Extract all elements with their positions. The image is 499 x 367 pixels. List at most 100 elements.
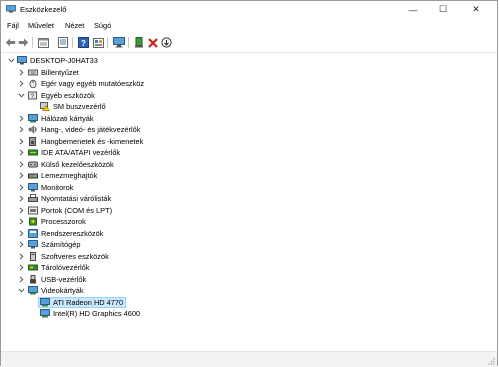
toolbar: ? — [1, 34, 497, 51]
help-icon[interactable]: ? — [77, 36, 90, 49]
other-devices-icon: ? — [28, 91, 37, 100]
chevron-right-icon[interactable] — [18, 276, 25, 283]
tree-item-label: Nyomtatási várólisták — [41, 194, 112, 203]
chevron-right-icon[interactable] — [18, 80, 25, 87]
keyboard-icon — [28, 69, 38, 75]
menu-view[interactable]: Nézet — [65, 21, 84, 30]
window-title: Eszközkezelő — [20, 5, 67, 14]
chevron-right-icon[interactable] — [18, 253, 25, 260]
tree-item-label: Egyéb eszközök — [41, 90, 95, 100]
warning-device-icon — [40, 102, 50, 111]
tree-item-label: Hangbemenetek és -kimenetek — [41, 136, 144, 146]
monitor-icon — [28, 182, 38, 191]
uninstall-icon[interactable] — [146, 36, 159, 49]
chevron-down-icon[interactable] — [18, 92, 25, 99]
tree-item-label: Külső kezelőeszközök — [41, 159, 114, 169]
tree-item-label: SM buszvezérlő — [53, 102, 106, 111]
menu-file[interactable]: Fájl — [7, 21, 19, 30]
chevron-down-icon[interactable] — [18, 287, 25, 294]
chevron-right-icon[interactable] — [18, 172, 25, 179]
tree-item-usb[interactable]: USB-vezérlők — [1, 274, 497, 286]
tree-root[interactable]: DESKTOP-J0HAT33 — [1, 55, 497, 67]
tree-item-label: Hang-, videó- és játékvezérlők — [41, 125, 141, 134]
chevron-right-icon[interactable] — [18, 195, 25, 202]
tree-item-intel-hd[interactable]: Intel(R) HD Graphics 4600 — [1, 308, 497, 320]
tree-item-storage[interactable]: Tárolóvezérlők — [1, 262, 497, 274]
disk-icon — [28, 173, 38, 179]
tree-item-label: ATI Radeon HD 4770 — [53, 297, 124, 307]
tree-item-network[interactable]: Hálózati kártyák — [1, 113, 497, 125]
svg-text:?: ? — [31, 93, 35, 100]
display-adapter-icon — [40, 297, 50, 306]
device-view-icon[interactable] — [37, 36, 50, 49]
tree-item-system[interactable]: Rendszereszközök — [1, 228, 497, 240]
forward-arrow-icon[interactable] — [17, 36, 30, 49]
tree-item-monitors[interactable]: Monitorok — [1, 182, 497, 194]
tree-item-label: Szoftveres eszközök — [41, 251, 109, 261]
tree-item-ati-radeon[interactable]: ATI Radeon HD 4770 — [1, 296, 497, 308]
tree-item-label: Processzorok — [41, 217, 86, 226]
chevron-right-icon[interactable] — [18, 149, 25, 156]
add-driver-icon[interactable] — [132, 36, 145, 49]
display-adapter-icon — [28, 286, 38, 295]
tree-item-software-devices[interactable]: Szoftveres eszközök — [1, 251, 497, 263]
chevron-right-icon[interactable] — [18, 230, 25, 237]
menu-action[interactable]: Művelet — [28, 21, 54, 30]
system-icon — [28, 228, 38, 238]
monitor-scan-icon[interactable] — [112, 36, 125, 49]
back-arrow-icon[interactable] — [4, 36, 17, 49]
tree-item-display-adapters[interactable]: Videokártyák — [1, 285, 497, 297]
tree-item-disk[interactable]: Lemezmeghajtók — [1, 170, 497, 182]
properties-icon[interactable] — [56, 36, 69, 49]
tree-item-label: Intel(R) HD Graphics 4600 — [53, 309, 141, 318]
chevron-down-icon[interactable] — [8, 57, 15, 64]
chevron-right-icon[interactable] — [18, 138, 25, 145]
device-tree: DESKTOP-J0HAT33 Billentyűzet Egér vagy e… — [1, 54, 497, 350]
tree-item-label: Tárolóvezérlők — [41, 263, 90, 272]
tree-item-label: Monitorok — [41, 182, 74, 192]
title-bar[interactable]: Eszközkezelő — ☐ ✕ — [1, 1, 497, 18]
sound-icon — [28, 125, 37, 134]
software-device-icon — [30, 251, 36, 261]
tree-item-sound[interactable]: Hang-, videó- és játékvezérlők — [1, 124, 497, 136]
tree-item-ide[interactable]: IDE ATA/ATAPI vezérlők — [1, 147, 497, 159]
port-icon — [28, 206, 38, 214]
tree-item-keyboard[interactable]: Billentyűzet — [1, 67, 497, 79]
tree-item-sm-bus[interactable]: SM buszvezérlő — [1, 101, 497, 113]
chevron-right-icon[interactable] — [18, 69, 25, 76]
tree-item-mouse[interactable]: Egér vagy egyéb mutatóeszköz — [1, 78, 497, 90]
disable-icon[interactable] — [160, 36, 173, 49]
chevron-right-icon[interactable] — [18, 126, 25, 133]
resize-grip-icon[interactable] — [487, 357, 495, 365]
hid-icon — [28, 161, 38, 167]
tree-item-label: USB-vezérlők — [41, 274, 87, 284]
maximize-button[interactable]: ☐ — [428, 1, 458, 18]
tree-item-ports[interactable]: Portok (COM és LPT) — [1, 205, 497, 217]
tree-item-label: Videokártyák — [41, 286, 84, 295]
chevron-right-icon[interactable] — [18, 264, 25, 271]
tree-item-label: Billentyűzet — [41, 67, 79, 77]
network-icon — [28, 113, 38, 122]
computer-icon — [28, 240, 38, 249]
chevron-right-icon[interactable] — [18, 184, 25, 191]
chevron-right-icon[interactable] — [18, 161, 25, 168]
chevron-right-icon[interactable] — [18, 218, 25, 225]
tree-item-hid[interactable]: Külső kezelőeszközök — [1, 159, 497, 171]
tree-item-processors[interactable]: Processzorok — [1, 216, 497, 228]
chevron-right-icon[interactable] — [18, 115, 25, 122]
svg-text:?: ? — [81, 39, 86, 48]
root-label: DESKTOP-J0HAT33 — [30, 56, 98, 65]
tree-item-label: Lemezmeghajtók — [41, 171, 98, 180]
menu-help[interactable]: Súgó — [94, 21, 111, 30]
tree-item-computer[interactable]: Számítógép — [1, 239, 497, 251]
status-bar — [1, 351, 497, 367]
close-button[interactable]: ✕ — [461, 1, 491, 18]
tree-item-audio-io[interactable]: Hangbemenetek és -kimenetek — [1, 136, 497, 148]
storage-icon — [28, 264, 38, 271]
tree-item-print-queues[interactable]: Nyomtatási várólisták — [1, 193, 497, 205]
chevron-right-icon[interactable] — [18, 207, 25, 214]
resources-icon[interactable] — [92, 36, 105, 49]
minimize-button[interactable]: — — [398, 1, 428, 18]
chevron-right-icon[interactable] — [18, 241, 25, 248]
tree-item-other-devices[interactable]: ? Egyéb eszközök — [1, 90, 497, 102]
